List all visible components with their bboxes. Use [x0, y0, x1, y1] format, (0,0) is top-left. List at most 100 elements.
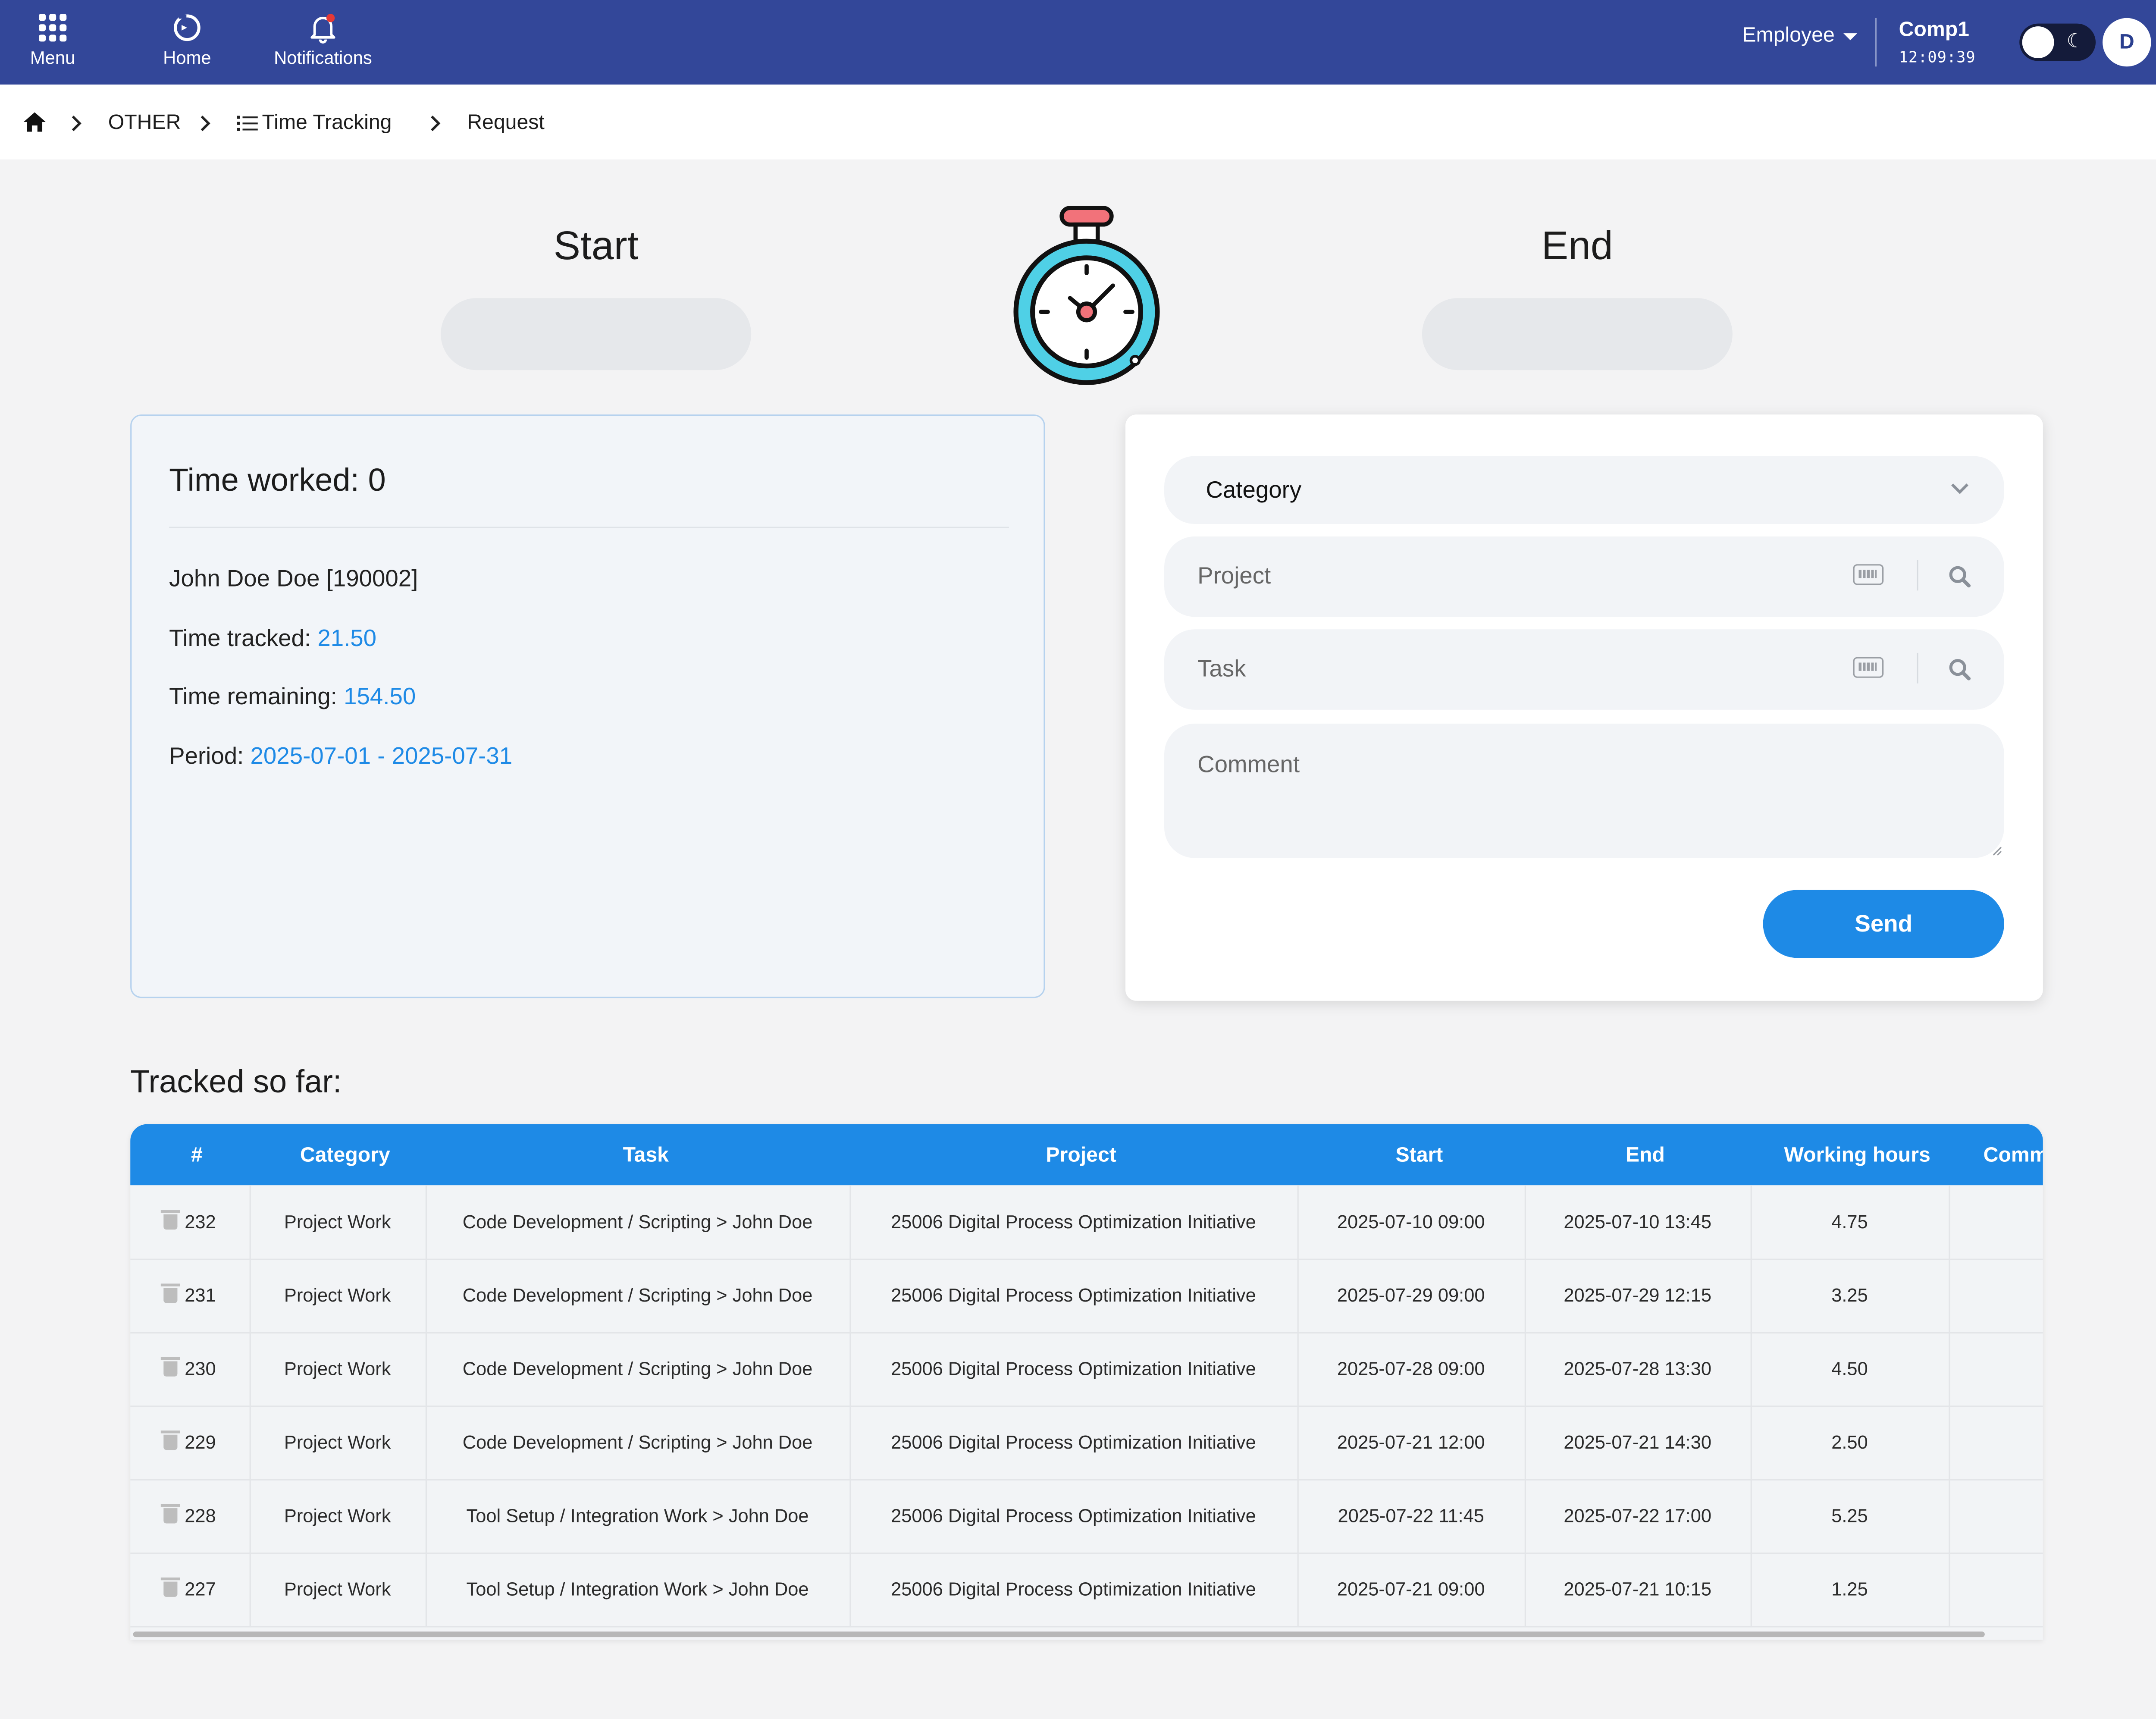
category-select[interactable]: Category: [1164, 456, 2004, 524]
home-button[interactable]: Home: [158, 11, 216, 68]
table-header: # Category Task Project Start End Workin…: [130, 1124, 2043, 1186]
trash-icon[interactable]: [161, 1577, 181, 1597]
row-id-cell: 228: [130, 1504, 249, 1526]
working-hours-cell: 5.25: [1831, 1505, 1868, 1526]
category-label: Category: [1206, 477, 1302, 503]
top-navbar: Menu Home Notifications Employee Comp1 1…: [0, 0, 2156, 85]
working-hours-cell: 3.25: [1831, 1285, 1868, 1306]
row-id-cell: 231: [130, 1283, 249, 1306]
table-row: 227 Project Work Tool Setup / Integratio…: [130, 1553, 2043, 1628]
keyboard-icon[interactable]: [1853, 657, 1884, 678]
send-button[interactable]: Send: [1763, 890, 2004, 958]
role-label: Employee: [1742, 23, 1835, 47]
column-header-category[interactable]: Category: [263, 1144, 427, 1167]
category-cell: Project Work: [284, 1358, 391, 1380]
trash-icon[interactable]: [161, 1504, 181, 1524]
time-worked-title: Time worked: 0: [169, 461, 386, 498]
task-input[interactable]: Task: [1164, 629, 2004, 710]
end-cell: 2025-07-28 13:30: [1564, 1358, 1712, 1380]
avatar[interactable]: D: [2103, 18, 2151, 67]
time-remaining-value: 154.50: [344, 683, 416, 710]
task-cell: Code Development / Scripting > John Doe: [462, 1432, 813, 1453]
keyboard-icon[interactable]: [1853, 564, 1884, 585]
clock-time: 12:09:39: [1899, 48, 1976, 67]
start-cell: 2025-07-22 11:45: [1338, 1505, 1484, 1526]
trash-icon[interactable]: [161, 1210, 181, 1230]
category-cell: Project Work: [284, 1432, 391, 1453]
category-cell: Project Work: [284, 1211, 391, 1233]
comment-textarea[interactable]: Comment: [1164, 723, 2004, 858]
home-icon[interactable]: [22, 111, 47, 133]
column-header-working-hours[interactable]: Working hours: [1752, 1144, 1963, 1167]
role-dropdown[interactable]: Employee: [1742, 24, 1857, 47]
start-cell: 2025-07-29 09:00: [1337, 1285, 1485, 1306]
column-header-project[interactable]: Project: [865, 1144, 1297, 1167]
row-id-cell: 230: [130, 1357, 249, 1379]
start-time-display: [441, 298, 752, 370]
search-icon[interactable]: [1949, 565, 1971, 588]
horizontal-scrollbar[interactable]: [133, 1631, 1985, 1637]
request-form-card: Category Project Task Comment Send: [1125, 414, 2043, 1001]
start-cell: 2025-07-21 12:00: [1337, 1432, 1485, 1453]
end-heading: End: [1541, 224, 1613, 269]
menu-button[interactable]: Menu: [28, 11, 78, 68]
project-cell: 25006 Digital Process Optimization Initi…: [891, 1505, 1256, 1526]
project-cell: 25006 Digital Process Optimization Initi…: [891, 1579, 1256, 1600]
dark-mode-toggle[interactable]: ☾: [2019, 23, 2096, 61]
column-header-task[interactable]: Task: [427, 1144, 865, 1167]
divider: [169, 527, 1009, 528]
breadcrumb-time-tracking[interactable]: Time Tracking: [262, 111, 392, 135]
start-heading: Start: [553, 224, 639, 269]
time-summary-card: Time worked: 0 John Doe Doe [190002] Tim…: [130, 414, 1045, 998]
column-header-end[interactable]: End: [1541, 1144, 1749, 1167]
project-cell: 25006 Digital Process Optimization Initi…: [891, 1432, 1256, 1453]
home-label: Home: [163, 47, 211, 68]
notifications-label: Notifications: [274, 47, 372, 68]
table-row: 230 Project Work Code Development / Scri…: [130, 1332, 2043, 1407]
category-cell: Project Work: [284, 1285, 391, 1306]
trash-icon[interactable]: [161, 1430, 181, 1450]
row-id: 227: [185, 1579, 216, 1600]
working-hours-cell: 4.50: [1831, 1358, 1868, 1380]
end-cell: 2025-07-10 13:45: [1564, 1211, 1712, 1233]
working-hours-cell: 4.75: [1831, 1211, 1868, 1233]
divider: [1917, 560, 1918, 591]
row-id: 229: [185, 1432, 216, 1453]
category-cell: Project Work: [284, 1505, 391, 1526]
end-cell: 2025-07-29 12:15: [1564, 1285, 1712, 1306]
project-cell: 25006 Digital Process Optimization Initi…: [891, 1211, 1256, 1233]
task-placeholder: Task: [1197, 656, 1246, 682]
project-placeholder: Project: [1197, 563, 1271, 590]
table-row: 232 Project Work Code Development / Scri…: [130, 1185, 2043, 1260]
search-icon[interactable]: [1949, 659, 1971, 681]
end-cell: 2025-07-21 14:30: [1564, 1432, 1712, 1453]
time-remaining-row: Time remaining: 154.50: [169, 684, 416, 711]
working-hours-cell: 1.25: [1831, 1579, 1868, 1600]
project-input[interactable]: Project: [1164, 536, 2004, 617]
trash-icon[interactable]: [161, 1283, 181, 1303]
stopwatch-icon[interactable]: [1012, 205, 1161, 388]
caret-down-icon: [1843, 32, 1857, 40]
column-header-start[interactable]: Start: [1297, 1144, 1542, 1167]
tracked-table-title: Tracked so far:: [130, 1063, 342, 1099]
bell-icon: [310, 14, 335, 44]
start-cell: 2025-07-28 09:00: [1337, 1358, 1485, 1380]
trash-icon[interactable]: [161, 1357, 181, 1377]
table-row: 231 Project Work Code Development / Scri…: [130, 1259, 2043, 1334]
menu-label: Menu: [30, 47, 75, 68]
working-hours-cell: 2.50: [1831, 1432, 1868, 1453]
breadcrumb: OTHER Time Tracking Request: [0, 85, 2156, 160]
moon-icon: ☾: [2066, 29, 2084, 51]
task-cell: Tool Setup / Integration Work > John Doe: [466, 1579, 809, 1600]
column-header-number[interactable]: #: [130, 1144, 263, 1167]
divider: [1917, 652, 1918, 684]
column-header-comment[interactable]: Comm: [1984, 1144, 2043, 1167]
resize-handle-icon[interactable]: [1993, 847, 2002, 856]
task-cell: Code Development / Scripting > John Doe: [462, 1211, 813, 1233]
list-icon: [237, 116, 258, 131]
row-id-cell: 229: [130, 1430, 249, 1453]
notifications-button[interactable]: Notifications: [267, 11, 378, 68]
time-tracked-row: Time tracked: 21.50: [169, 625, 376, 653]
chevron-down-icon: [1951, 483, 1968, 494]
breadcrumb-other[interactable]: OTHER: [108, 111, 181, 135]
